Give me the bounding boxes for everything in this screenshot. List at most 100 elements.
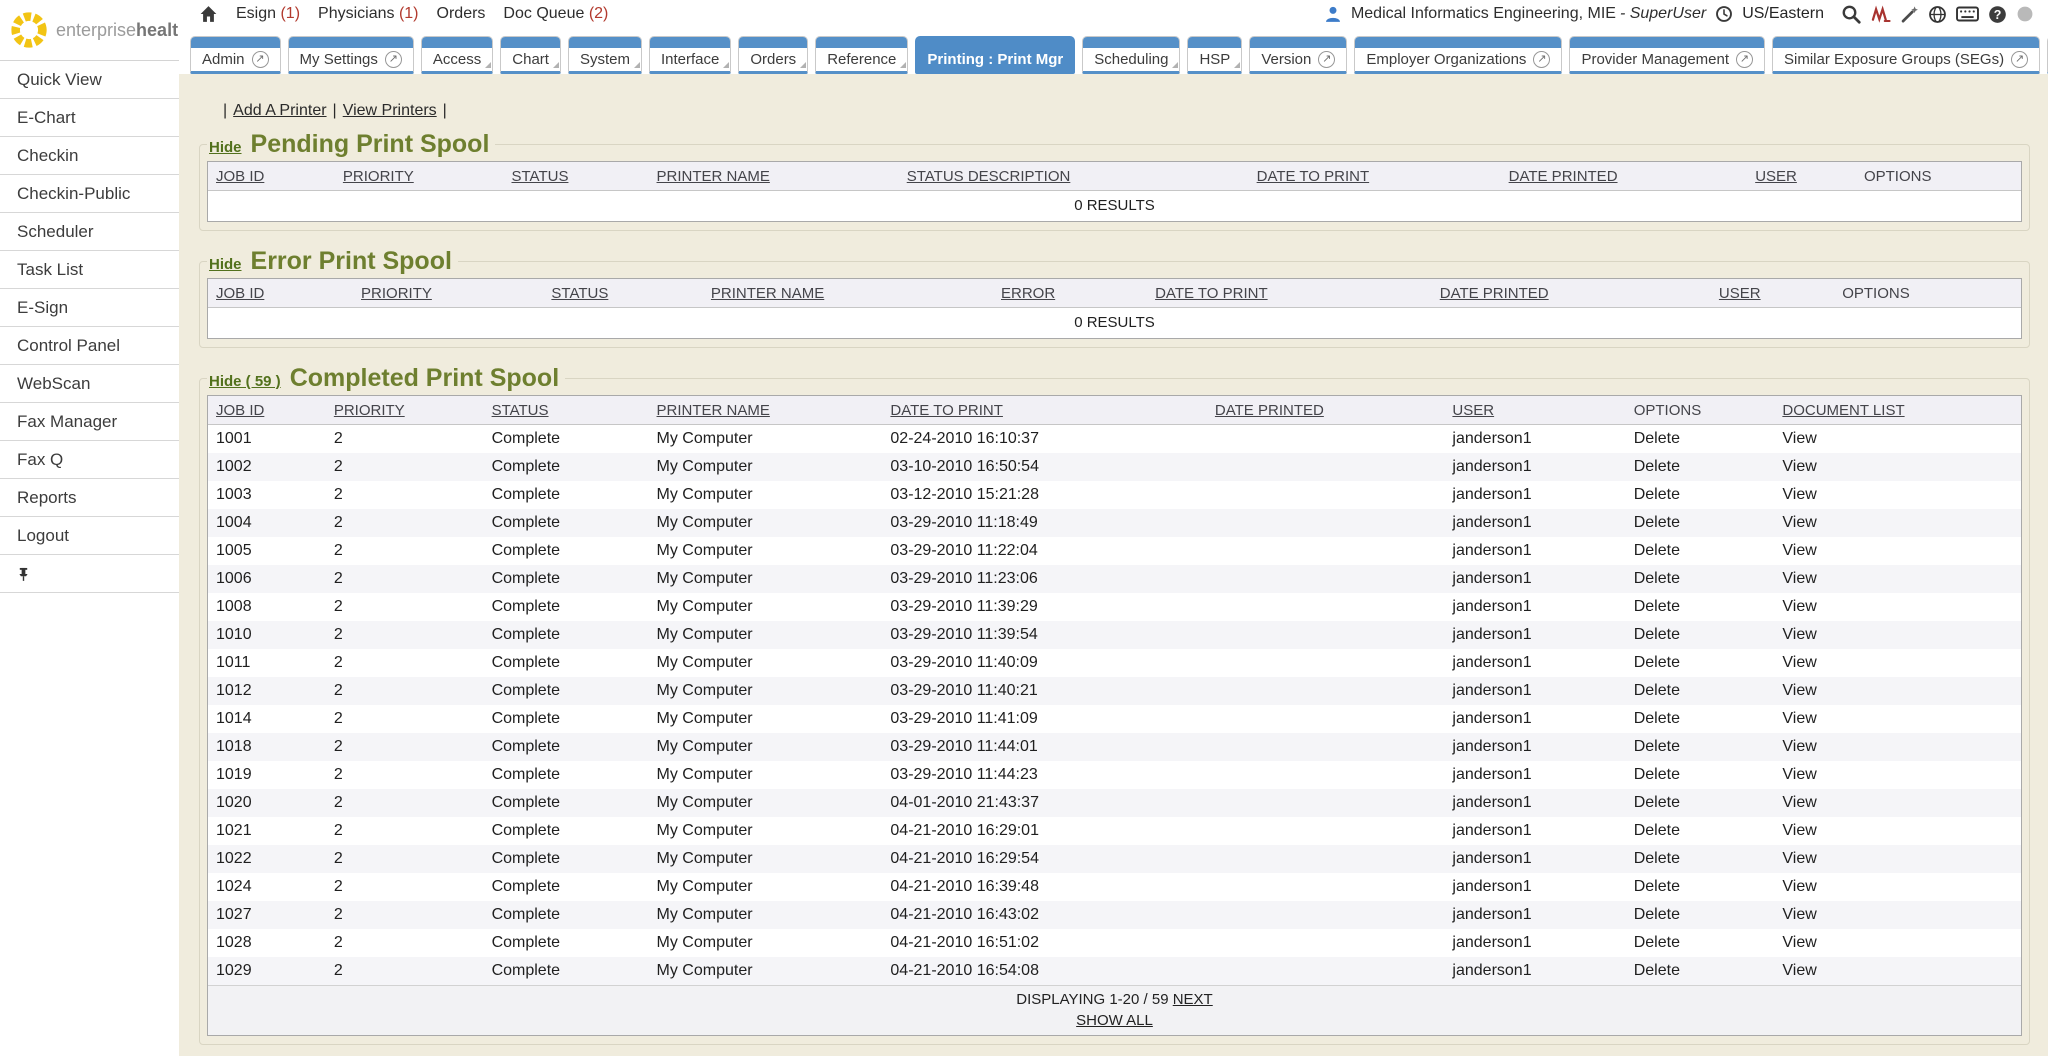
- delete-link[interactable]: Delete: [1626, 705, 1775, 733]
- delete-link[interactable]: Delete: [1626, 649, 1775, 677]
- delete-link[interactable]: Delete: [1626, 733, 1775, 761]
- view-link[interactable]: View: [1774, 537, 2021, 565]
- delete-link[interactable]: Delete: [1626, 901, 1775, 929]
- tab-access[interactable]: Access: [421, 36, 493, 74]
- sidebar-item-task-list[interactable]: Task List: [0, 251, 179, 289]
- tab-scheduling[interactable]: Scheduling: [1082, 36, 1180, 74]
- view-link[interactable]: View: [1774, 733, 2021, 761]
- col-header-error[interactable]: ERROR: [993, 279, 1147, 308]
- view-link[interactable]: View: [1774, 817, 2021, 845]
- sidebar-item-logout[interactable]: Logout: [0, 517, 179, 555]
- tab-provider-management[interactable]: Provider Management↗: [1569, 36, 1765, 74]
- col-header-status[interactable]: STATUS: [484, 396, 649, 425]
- topnav-orders[interactable]: Orders: [437, 5, 486, 23]
- wand-icon[interactable]: [1900, 5, 1919, 24]
- col-header-priority[interactable]: PRIORITY: [326, 396, 484, 425]
- col-header-date-to-print[interactable]: DATE TO PRINT: [1147, 279, 1432, 308]
- col-header-status[interactable]: STATUS: [543, 279, 703, 308]
- col-header-job-id[interactable]: JOB ID: [208, 396, 326, 425]
- col-header-status-description[interactable]: STATUS DESCRIPTION: [899, 162, 1249, 191]
- sidebar-item-checkin-public[interactable]: Checkin-Public: [0, 175, 179, 213]
- sidebar-item-reports[interactable]: Reports: [0, 479, 179, 517]
- col-header-printer-name[interactable]: PRINTER NAME: [649, 396, 883, 425]
- col-header-user[interactable]: USER: [1711, 279, 1834, 308]
- view-link[interactable]: View: [1774, 873, 2021, 901]
- delete-link[interactable]: Delete: [1626, 537, 1775, 565]
- tab-orders[interactable]: Orders: [738, 36, 808, 74]
- popout-icon[interactable]: ↗: [2011, 51, 2028, 68]
- delete-link[interactable]: Delete: [1626, 845, 1775, 873]
- delete-link[interactable]: Delete: [1626, 789, 1775, 817]
- delete-link[interactable]: Delete: [1626, 453, 1775, 481]
- view-link[interactable]: View: [1774, 509, 2021, 537]
- col-header-date-to-print[interactable]: DATE TO PRINT: [882, 396, 1207, 425]
- popout-icon[interactable]: ↗: [385, 51, 402, 68]
- view-link[interactable]: View: [1774, 593, 2021, 621]
- topnav-physicians[interactable]: Physicians (1): [318, 5, 418, 23]
- col-header-priority[interactable]: PRIORITY: [353, 279, 543, 308]
- delete-link[interactable]: Delete: [1626, 509, 1775, 537]
- tab-printing-print-mgr[interactable]: Printing : Print Mgr: [915, 36, 1075, 74]
- hide-completed-link[interactable]: Hide ( 59 ): [209, 373, 281, 390]
- delete-link[interactable]: Delete: [1626, 621, 1775, 649]
- col-header-date-printed[interactable]: DATE PRINTED: [1432, 279, 1711, 308]
- delete-link[interactable]: Delete: [1626, 873, 1775, 901]
- sidebar-item-fax-q[interactable]: Fax Q: [0, 441, 179, 479]
- sidebar-item-e-chart[interactable]: E-Chart: [0, 99, 179, 137]
- col-header-priority[interactable]: PRIORITY: [335, 162, 504, 191]
- keyboard-icon[interactable]: [1956, 6, 1979, 22]
- view-link[interactable]: View: [1774, 929, 2021, 957]
- view-link[interactable]: View: [1774, 621, 2021, 649]
- view-link[interactable]: View: [1774, 425, 2021, 454]
- delete-link[interactable]: Delete: [1626, 565, 1775, 593]
- view-link[interactable]: View: [1774, 453, 2021, 481]
- col-header-date-to-print[interactable]: DATE TO PRINT: [1249, 162, 1501, 191]
- search-icon[interactable]: [1841, 4, 1861, 24]
- show-all-link[interactable]: SHOW ALL: [1076, 1012, 1153, 1029]
- globe-icon[interactable]: [1928, 5, 1947, 24]
- popout-icon[interactable]: ↗: [1736, 51, 1753, 68]
- hide-pending-link[interactable]: Hide: [209, 139, 242, 156]
- col-header-user[interactable]: USER: [1444, 396, 1625, 425]
- clock-icon[interactable]: [1715, 5, 1733, 23]
- add-a-printer-link[interactable]: Add A Printer: [233, 102, 326, 119]
- view-link[interactable]: View: [1774, 957, 2021, 985]
- hide-error-link[interactable]: Hide: [209, 256, 242, 273]
- delete-link[interactable]: Delete: [1626, 929, 1775, 957]
- popout-icon[interactable]: ↗: [1318, 51, 1335, 68]
- col-header-status[interactable]: STATUS: [504, 162, 649, 191]
- view-link[interactable]: View: [1774, 705, 2021, 733]
- view-link[interactable]: View: [1774, 565, 2021, 593]
- tab-admin[interactable]: Admin↗: [190, 36, 281, 74]
- topnav-esign[interactable]: Esign (1): [236, 5, 300, 23]
- view-link[interactable]: View: [1774, 761, 2021, 789]
- view-printers-link[interactable]: View Printers: [343, 102, 437, 119]
- delete-link[interactable]: Delete: [1626, 677, 1775, 705]
- popout-icon[interactable]: ↗: [1533, 51, 1550, 68]
- view-link[interactable]: View: [1774, 677, 2021, 705]
- col-header-printer-name[interactable]: PRINTER NAME: [649, 162, 899, 191]
- tab-hsp[interactable]: HSP: [1187, 36, 1242, 74]
- delete-link[interactable]: Delete: [1626, 957, 1775, 985]
- tab-system[interactable]: System: [568, 36, 642, 74]
- sidebar-item-e-sign[interactable]: E-Sign: [0, 289, 179, 327]
- col-header-user[interactable]: USER: [1747, 162, 1856, 191]
- tab-version[interactable]: Version↗: [1249, 36, 1347, 74]
- col-header-job-id[interactable]: JOB ID: [208, 279, 353, 308]
- tab-interface[interactable]: Interface: [649, 36, 731, 74]
- topnav-doc-queue[interactable]: Doc Queue (2): [503, 5, 608, 23]
- col-header-date-printed[interactable]: DATE PRINTED: [1501, 162, 1748, 191]
- delete-link[interactable]: Delete: [1626, 593, 1775, 621]
- sidebar-item-quick-view[interactable]: Quick View: [0, 61, 179, 99]
- tab-reference[interactable]: Reference: [815, 36, 908, 74]
- delete-link[interactable]: Delete: [1626, 817, 1775, 845]
- col-header-printer-name[interactable]: PRINTER NAME: [703, 279, 993, 308]
- sidebar-item-webscan[interactable]: WebScan: [0, 365, 179, 403]
- tab-similar-exposure-groups-segs[interactable]: Similar Exposure Groups (SEGs)↗: [1772, 36, 2040, 74]
- view-link[interactable]: View: [1774, 481, 2021, 509]
- delete-link[interactable]: Delete: [1626, 425, 1775, 454]
- tab-chart[interactable]: Chart: [500, 36, 561, 74]
- sidebar-item-fax-manager[interactable]: Fax Manager: [0, 403, 179, 441]
- delete-link[interactable]: Delete: [1626, 481, 1775, 509]
- sidebar-pin-toggle[interactable]: [0, 555, 179, 593]
